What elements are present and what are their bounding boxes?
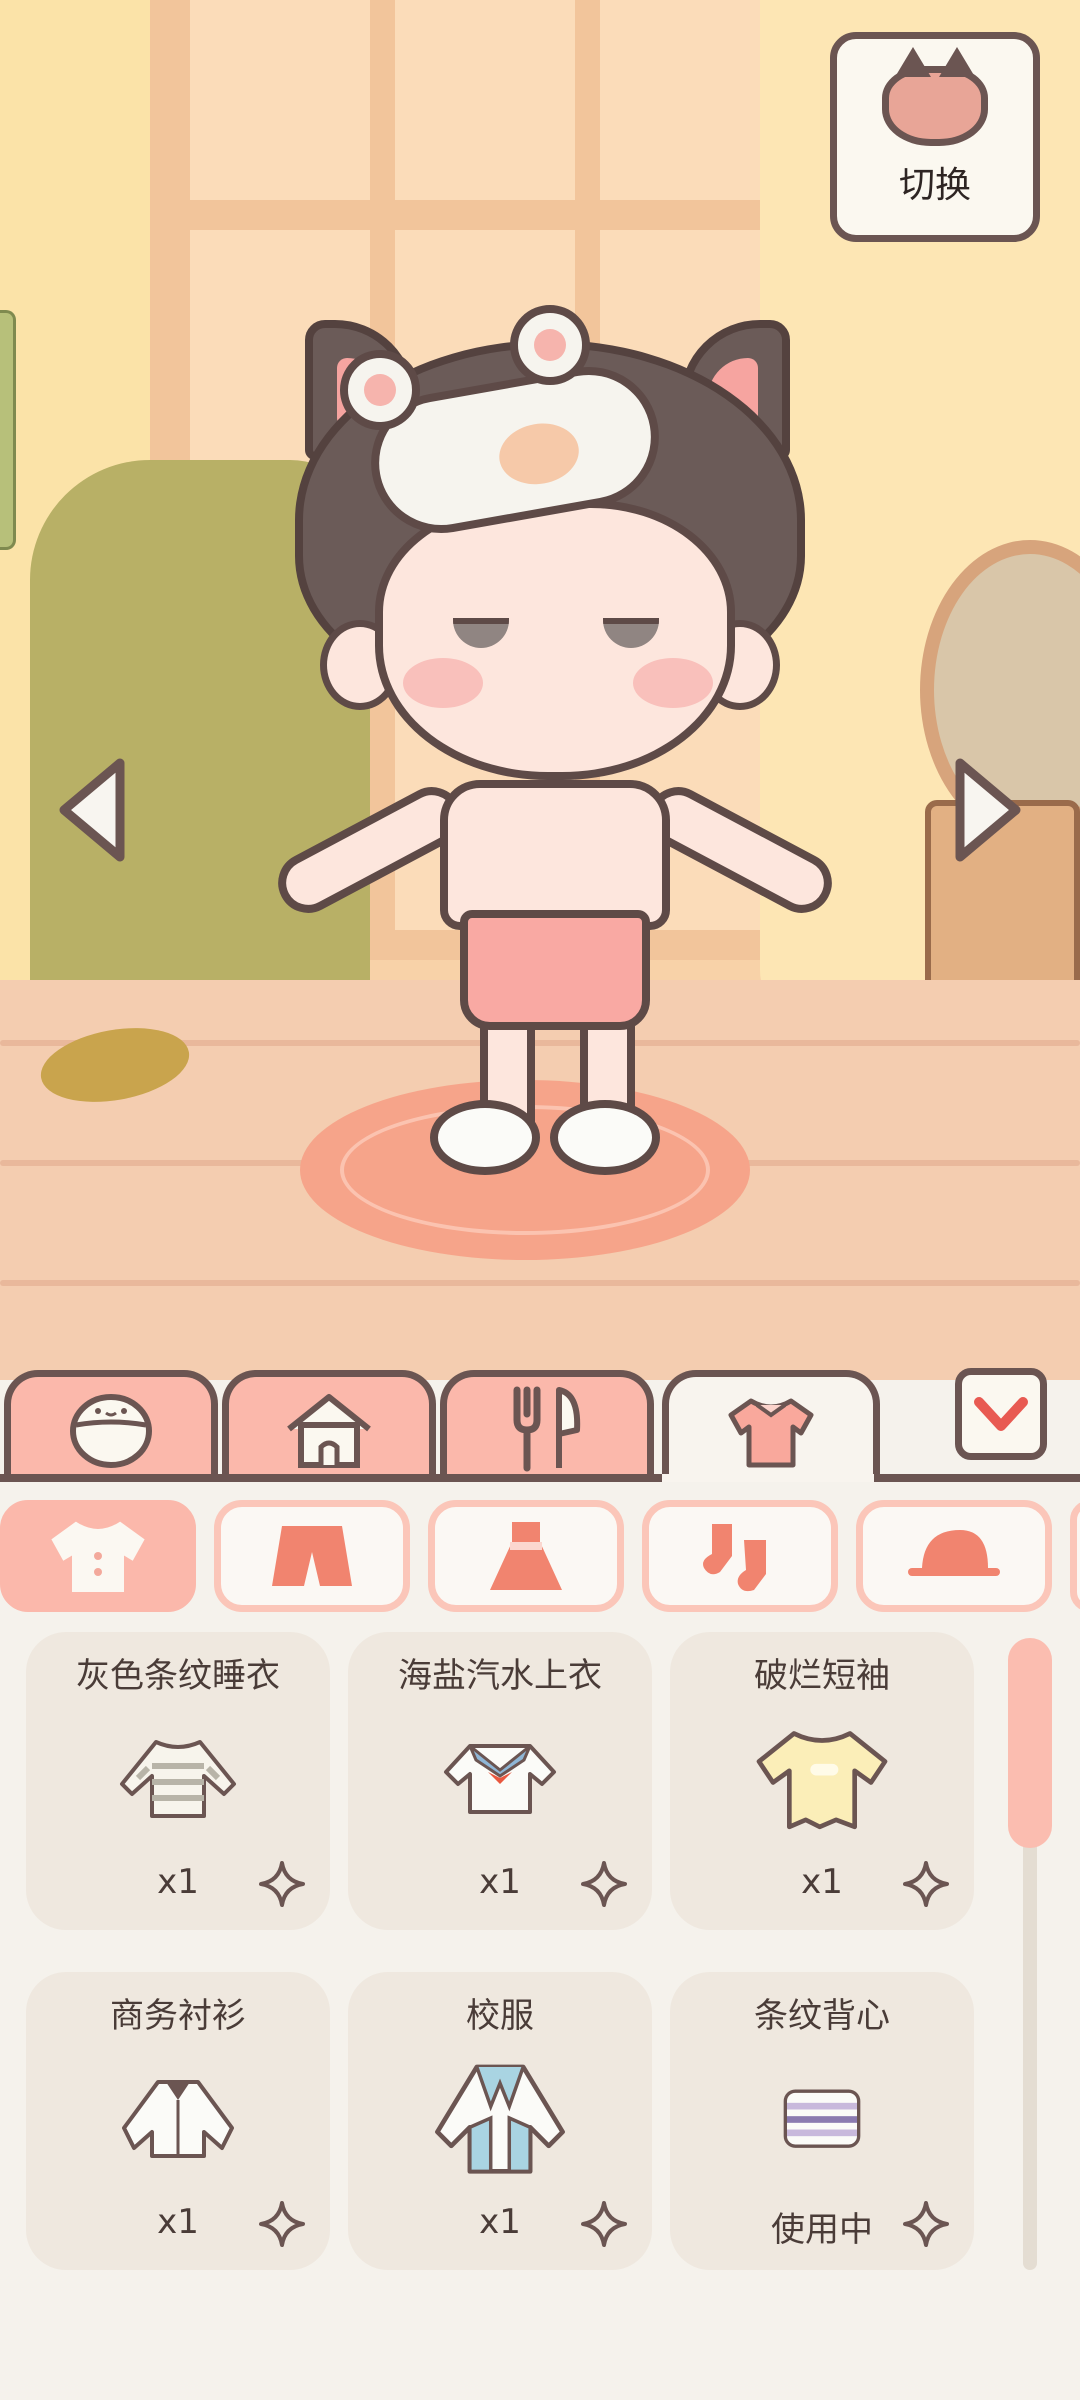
mask-ear-right (510, 305, 590, 385)
sparkle-icon[interactable] (580, 1860, 628, 1908)
item-name: 海盐汽水上衣 (398, 1656, 602, 1696)
striped-vest-icon (783, 2089, 861, 2148)
item-name: 条纹背心 (754, 1996, 890, 2036)
character-torso (440, 780, 670, 930)
sparkle-icon[interactable] (258, 1860, 306, 1908)
bunny-slipper-left (430, 1100, 540, 1175)
utensils-icon (513, 1386, 581, 1471)
torn-tshirt-icon (756, 1731, 888, 1830)
switch-label: 切换 (898, 165, 971, 206)
tab-clothing[interactable] (662, 1370, 880, 1488)
subtab-socks[interactable] (642, 1500, 838, 1612)
cat-face-icon (882, 47, 988, 146)
sparkle-icon[interactable] (902, 1860, 950, 1908)
item-name: 校服 (466, 1996, 534, 2036)
subtab-hats[interactable] (856, 1500, 1052, 1612)
tab-bar-divider (0, 1474, 1080, 1482)
shirt-icon (728, 1398, 814, 1467)
previous-arrow-icon[interactable] (50, 755, 130, 865)
collapse-panel-button[interactable] (955, 1368, 1047, 1460)
house-icon (287, 1393, 371, 1468)
sparkle-icon[interactable] (902, 2200, 950, 2248)
tab-face[interactable] (4, 1370, 218, 1480)
item-name: 商务衬衫 (110, 1996, 246, 2036)
subtab-bottoms[interactable] (214, 1500, 410, 1612)
top-icon (51, 1521, 145, 1592)
character (267, 300, 843, 1200)
subtab-more[interactable] (1070, 1500, 1080, 1612)
item-card[interactable]: 商务衬衫 x1 (26, 1972, 330, 2270)
cap-icon (908, 1530, 1000, 1576)
subtab-dresses[interactable] (428, 1500, 624, 1612)
switch-character-button[interactable]: 切换 (830, 32, 1040, 242)
character-shorts (460, 910, 650, 1030)
dress-icon (490, 1522, 562, 1590)
chevron-down-icon (974, 1397, 1028, 1431)
sailor-top-icon (444, 1744, 556, 1814)
item-card[interactable]: 校服 x1 (348, 1972, 652, 2270)
character-face (375, 500, 735, 780)
scrollbar-thumb[interactable] (1008, 1638, 1052, 1848)
striped-sweater-icon (120, 1740, 236, 1818)
tab-food[interactable] (440, 1370, 654, 1480)
bunny-slipper-right (550, 1100, 660, 1175)
side-drawer-handle[interactable] (0, 310, 16, 550)
school-uniform-icon (435, 2064, 565, 2174)
item-name: 破烂短袖 (754, 1656, 890, 1696)
tab-home[interactable] (222, 1370, 436, 1480)
item-card[interactable]: 海盐汽水上衣 x1 (348, 1632, 652, 1930)
sparkle-icon[interactable] (580, 2200, 628, 2248)
item-card[interactable]: 破烂短袖 x1 (670, 1632, 974, 1930)
main-category-tabs (0, 1370, 1080, 1488)
next-arrow-icon[interactable] (950, 755, 1030, 865)
mask-ear-left (340, 350, 420, 430)
subtab-tops[interactable] (0, 1500, 196, 1612)
shorts-icon (272, 1526, 352, 1586)
socks-icon (703, 1524, 766, 1592)
sparkle-icon[interactable] (258, 2200, 306, 2248)
dress-shirt-icon (122, 2080, 234, 2158)
item-card[interactable]: 灰色条纹睡衣 x1 (26, 1632, 330, 1930)
item-name: 灰色条纹睡衣 (76, 1656, 280, 1696)
item-card[interactable]: 条纹背心 使用中 (670, 1972, 974, 2270)
face-icon (70, 1393, 152, 1468)
